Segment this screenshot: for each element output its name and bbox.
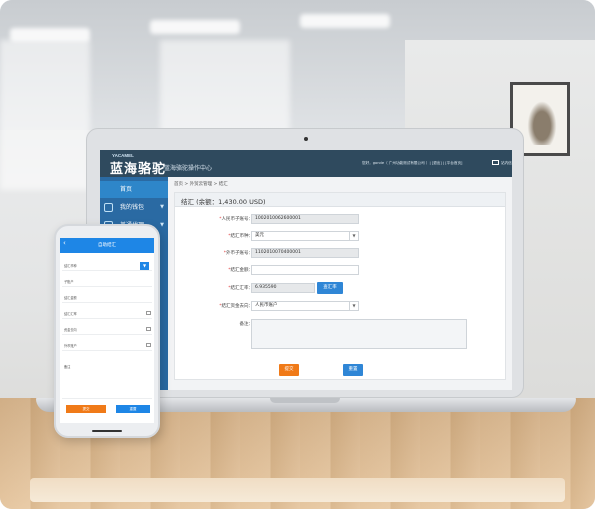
deer-icon bbox=[525, 97, 559, 145]
reset-button[interactable]: 重置 bbox=[343, 364, 363, 376]
sidebar-item-wallet[interactable]: 我的钱包 ▼ bbox=[100, 199, 168, 216]
chevron-down-icon[interactable]: ▼ bbox=[140, 262, 149, 270]
breadcrumb: 首页 > 外贸云管理 > 结汇 bbox=[174, 182, 228, 187]
amount-input[interactable] bbox=[251, 265, 359, 275]
mail-icon[interactable] bbox=[492, 160, 499, 165]
form-title: 结汇 (余额：1,430.00 USD) bbox=[181, 198, 266, 206]
table-edge bbox=[30, 478, 565, 502]
phone-submit-button[interactable]: 提交 bbox=[66, 405, 106, 413]
row-label: 资金去向 bbox=[64, 328, 77, 332]
app-header: YACAMEL 蓝海骆驼 蓝海骆驼操作中心 您好，gonde（ 广州功能测试有限… bbox=[100, 150, 512, 177]
field-label: *结汇资金去向： bbox=[219, 304, 253, 309]
form-row: *外币子账号： 1102010070400001 bbox=[175, 248, 505, 259]
phone-row-foreign[interactable]: 外币账户 bbox=[62, 340, 152, 351]
row-label: 外币账户 bbox=[64, 344, 77, 348]
check-rate-button[interactable]: 查汇率 bbox=[317, 282, 343, 294]
form-row: *结汇金额： bbox=[175, 265, 505, 276]
field-label: *外币子账号： bbox=[223, 251, 253, 256]
sidebar-item-label: 我的钱包 bbox=[120, 204, 145, 211]
logo[interactable]: 蓝海骆驼 bbox=[110, 158, 166, 177]
phone-row-account[interactable]: 子账户 bbox=[62, 276, 152, 287]
calendar-icon[interactable] bbox=[146, 311, 151, 315]
phone-title: 自助结汇 bbox=[98, 243, 116, 248]
phone-row-amount[interactable]: 结汇金额 bbox=[62, 292, 152, 303]
field-label: *结汇金额： bbox=[228, 268, 253, 273]
row-label: 备注 bbox=[64, 365, 71, 369]
foreign-account-field: 1102010070400001 bbox=[251, 248, 359, 258]
currency-select[interactable]: 美元 ▼ bbox=[251, 231, 359, 241]
note-textarea[interactable] bbox=[251, 319, 467, 349]
phone-row-currency[interactable]: 结汇币种 ▼ bbox=[62, 260, 152, 271]
sidebar-item-home[interactable]: 首页 bbox=[100, 181, 168, 198]
form-row: *结汇汇率： 6.935590 查汇率 bbox=[175, 282, 505, 294]
calendar-icon[interactable] bbox=[146, 343, 151, 347]
row-label: 结汇币种 bbox=[64, 264, 77, 268]
ceiling-light bbox=[150, 20, 240, 34]
phone-reset-button[interactable]: 重置 bbox=[116, 405, 150, 413]
field-label: *人民币子账号： bbox=[219, 217, 253, 222]
sidebar-item-label: 首页 bbox=[120, 186, 133, 193]
phone-row-destination[interactable]: 资金去向 bbox=[62, 324, 152, 335]
phone-note[interactable]: 备注 bbox=[62, 361, 152, 399]
chevron-down-icon[interactable]: ▼ bbox=[349, 302, 358, 310]
row-label: 子账户 bbox=[64, 280, 74, 284]
field-label: *结汇汇率： bbox=[228, 286, 253, 291]
camera-dot bbox=[304, 137, 308, 141]
form-header: 结汇 (余额：1,430.00 USD) bbox=[175, 193, 505, 207]
rate-field: 6.935590 bbox=[251, 283, 315, 293]
phone-row-rate[interactable]: 结汇汇率 bbox=[62, 308, 152, 319]
destination-select[interactable]: 人民币账户 ▼ bbox=[251, 301, 359, 311]
chevron-down-icon[interactable]: ▼ bbox=[349, 232, 358, 240]
field-label: *结汇币种： bbox=[228, 234, 253, 239]
settlement-form: 结汇 (余额：1,430.00 USD) *人民币子账号： 1002010062… bbox=[174, 192, 506, 380]
user-info[interactable]: 您好，gonde（ 广州功能测试有限公司 ）| [退出] | [平台首页] bbox=[362, 161, 462, 166]
chevron-down-icon: ▼ bbox=[160, 222, 164, 228]
form-row: *人民币子账号： 1002010062600001 bbox=[175, 214, 505, 225]
app-subtitle: 蓝海骆驼操作中心 bbox=[164, 165, 213, 172]
window-glass bbox=[0, 40, 90, 190]
phone-header: ‹ 自助结汇 bbox=[60, 238, 154, 253]
phone-screen: ‹ 自助结汇 结汇币种 ▼ 子账户 结汇金额 结汇汇率 资金去向 外币账户 备注… bbox=[60, 238, 154, 423]
calendar-icon[interactable] bbox=[146, 327, 151, 331]
chevron-down-icon: ▼ bbox=[160, 204, 164, 210]
form-row: *结汇资金去向： 人民币账户 ▼ bbox=[175, 301, 505, 312]
row-label: 结汇金额 bbox=[64, 296, 77, 300]
row-label: 结汇汇率 bbox=[64, 312, 77, 316]
ceiling-light bbox=[300, 14, 390, 28]
submit-button[interactable]: 提交 bbox=[279, 364, 299, 376]
home-indicator bbox=[92, 430, 122, 432]
wallet-icon bbox=[104, 203, 113, 212]
laptop-notch bbox=[270, 398, 340, 403]
mail-link[interactable]: 站内信 bbox=[501, 161, 512, 166]
form-row: 备注： bbox=[175, 319, 505, 349]
cny-account-field: 1002010062600001 bbox=[251, 214, 359, 224]
form-row: *结汇币种： 美元 ▼ bbox=[175, 231, 505, 242]
phone: ‹ 自助结汇 结汇币种 ▼ 子账户 结汇金额 结汇汇率 资金去向 外币账户 备注… bbox=[54, 224, 160, 438]
laptop-screen: YACAMEL 蓝海骆驼 蓝海骆驼操作中心 您好，gonde（ 广州功能测试有限… bbox=[100, 150, 512, 390]
